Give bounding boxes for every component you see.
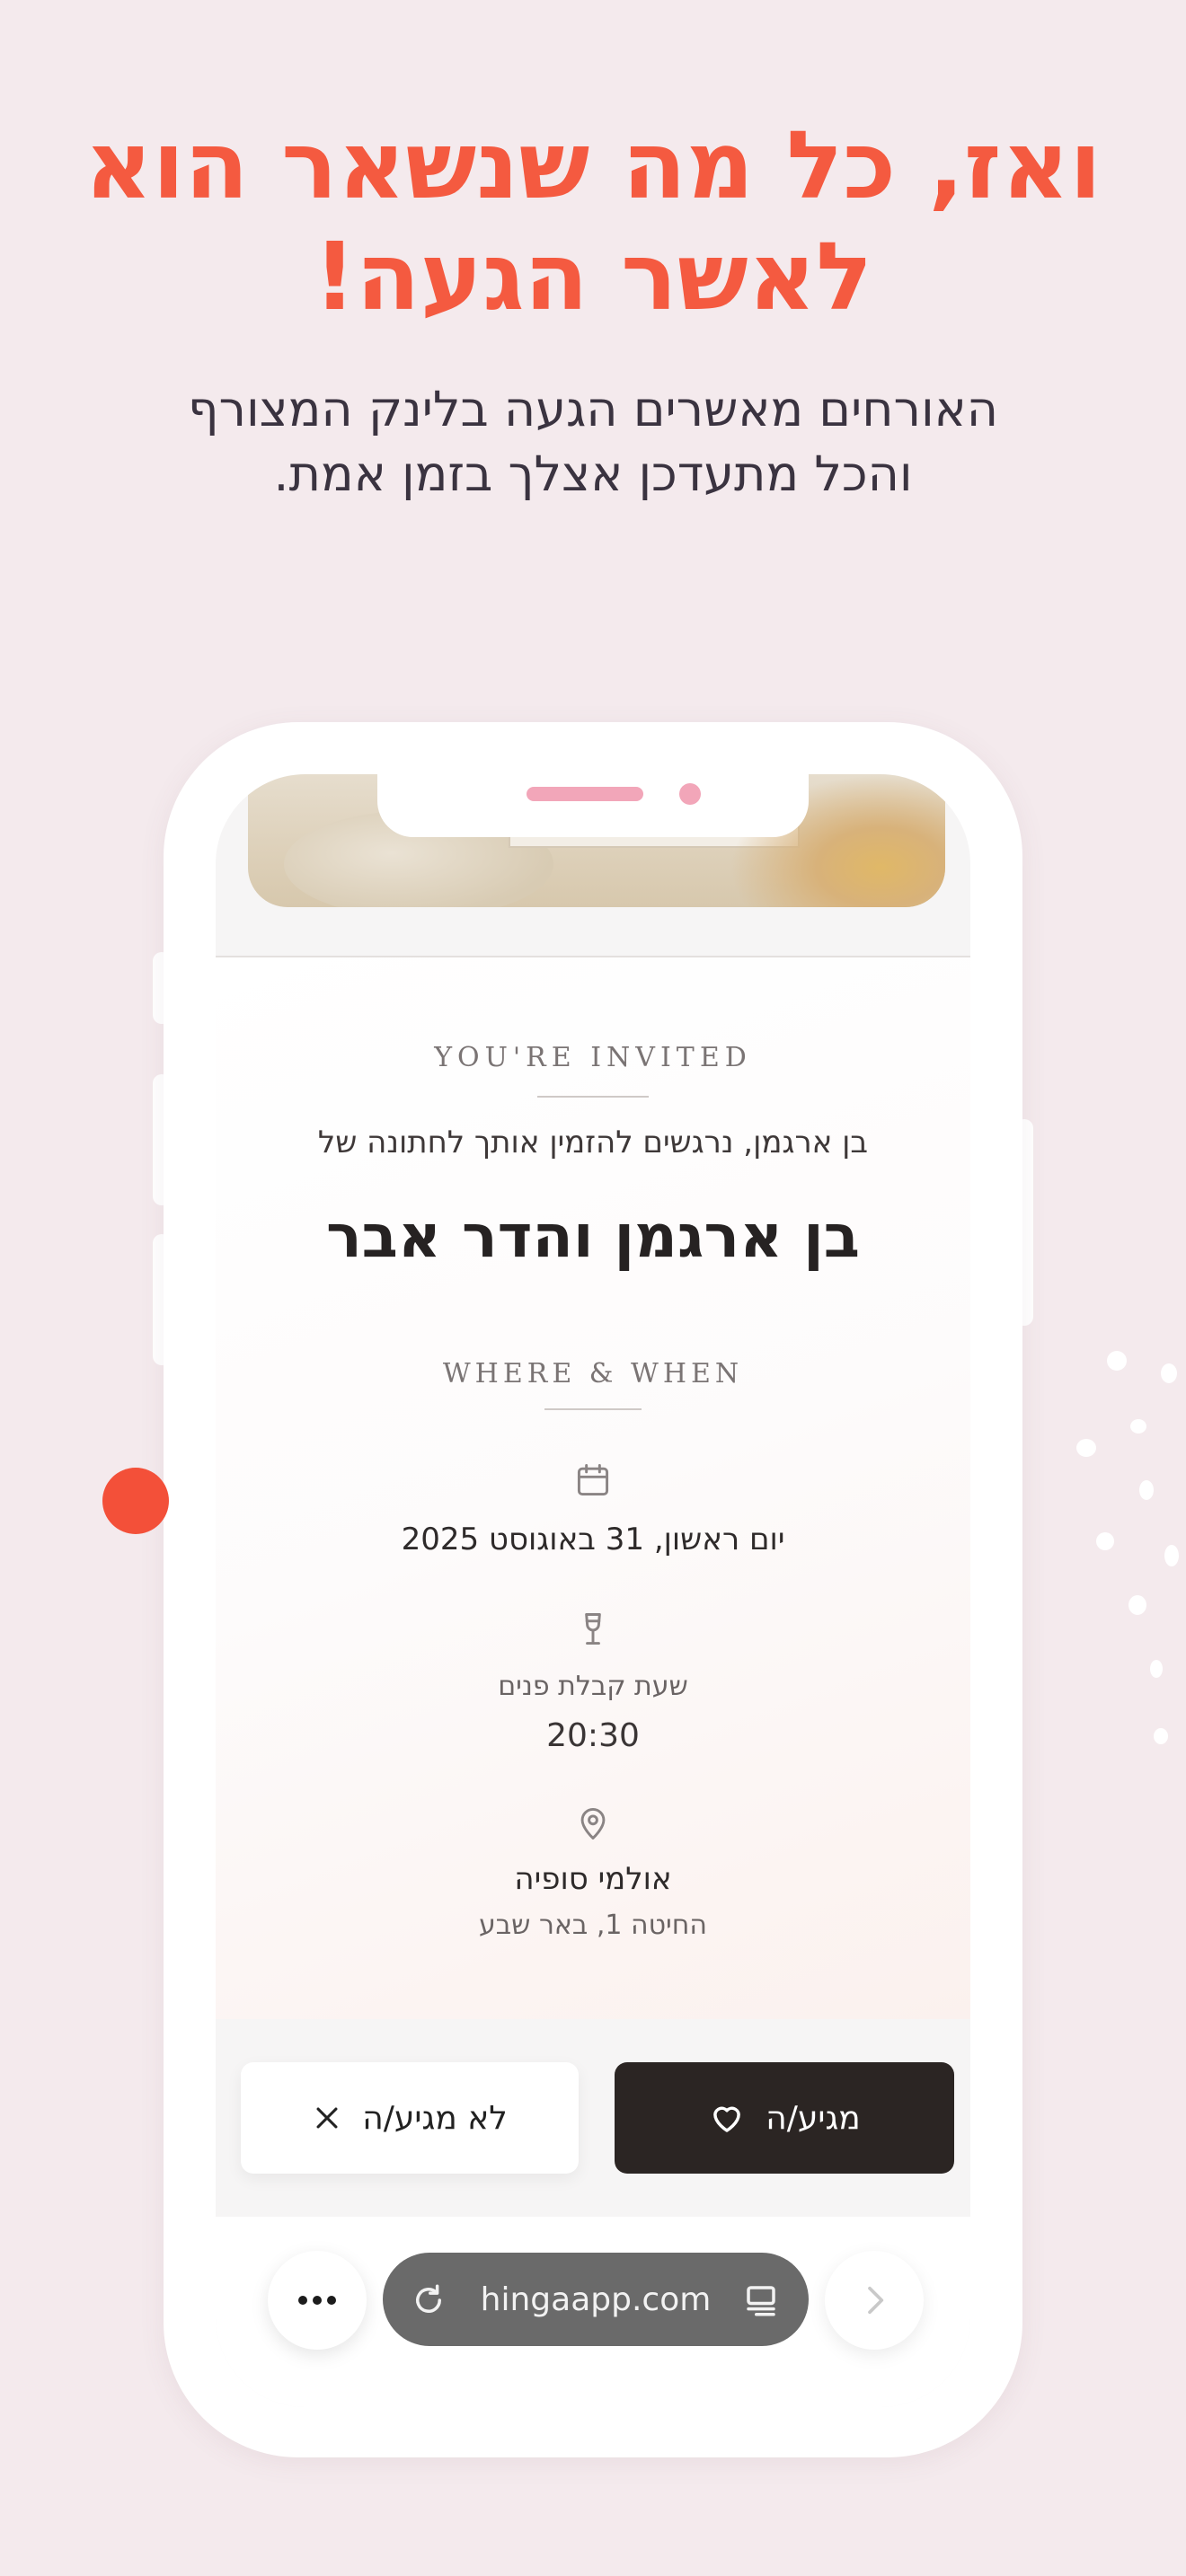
rsvp-bar: לא מגיע/ה מגיע/ה [216,2019,970,2217]
subheadline: האורחים מאשרים הגעה בלינק המצורף והכל מת… [0,377,1186,507]
wine-glass-icon [585,1613,601,1645]
dynamic-island [377,774,809,837]
browser-toolbar: hingaapp.com [216,2217,970,2407]
more-icon [298,2296,336,2305]
attending-button[interactable]: מגיע/ה [615,2062,954,2174]
where-when-label: WHERE & WHEN [442,1358,744,1389]
chevron-right-icon [868,2286,884,2315]
subheadline-line-2: והכל מתעדכן אצלך בזמן אמת. [273,446,913,502]
reception-time: 20:30 [546,1717,640,1754]
decorative-dot [102,1468,169,1534]
not-attending-label: לא מגיע/ה [362,2099,508,2137]
close-icon [316,2107,338,2129]
headline-line-2: לאשר הגעה! [313,222,873,331]
forward-button[interactable] [825,2251,924,2350]
decorative-confetti [1107,1351,1127,1371]
invited-label: YOU'RE INVITED [434,1042,752,1073]
decorative-confetti [1130,1419,1146,1434]
decorative-confetti [1161,1363,1177,1383]
invitation-card: YOU'RE INVITED בן ארגמן, נרגשים להזמין א… [216,957,970,2019]
divider [537,1096,649,1098]
event-date: יום ראשון, 31 באוגוסט 2025 [401,1522,785,1557]
invitation-intro: בן ארגמן, נרגשים להזמין אותך לחתונה של [317,1125,869,1160]
venue-name: אולמי סופיה [514,1861,672,1897]
address-bar[interactable]: hingaapp.com [383,2253,809,2346]
reception-label: שעת קבלת פנים [498,1671,688,1702]
not-attending-button[interactable]: לא מגיע/ה [241,2062,579,2174]
venue-address: החיטה 1, באר שבע [479,1910,707,1941]
subheadline-line-1: האורחים מאשרים הגעה בלינק המצורף [187,381,999,437]
decorative-confetti [1154,1728,1168,1744]
decorative-confetti [1096,1532,1114,1550]
decorative-confetti [1164,1545,1179,1566]
decorative-confetti [1128,1595,1146,1615]
couple-names: בן ארגמן והדר אבר [325,1202,861,1271]
heart-icon [713,2106,741,2132]
phone-frame: YOU'RE INVITED בן ארגמן, נרגשים להזמין א… [164,722,1022,2457]
calendar-icon [577,1464,609,1496]
headline: ואז, כל מה שנשאר הוא לאשר הגעה! [0,110,1186,332]
more-options-button[interactable] [268,2251,367,2350]
attending-label: מגיע/ה [766,2099,861,2137]
decorative-confetti [1139,1480,1154,1500]
page-menu-icon[interactable] [742,2281,780,2319]
phone-screen: YOU'RE INVITED בן ארגמן, נרגשים להזמין א… [216,774,970,2407]
decorative-confetti [1076,1439,1096,1457]
divider [544,1408,642,1410]
headline-line-1: ואז, כל מה שנשאר הוא [84,110,1102,220]
decorative-confetti [1150,1660,1163,1678]
location-pin-icon [580,1807,606,1839]
